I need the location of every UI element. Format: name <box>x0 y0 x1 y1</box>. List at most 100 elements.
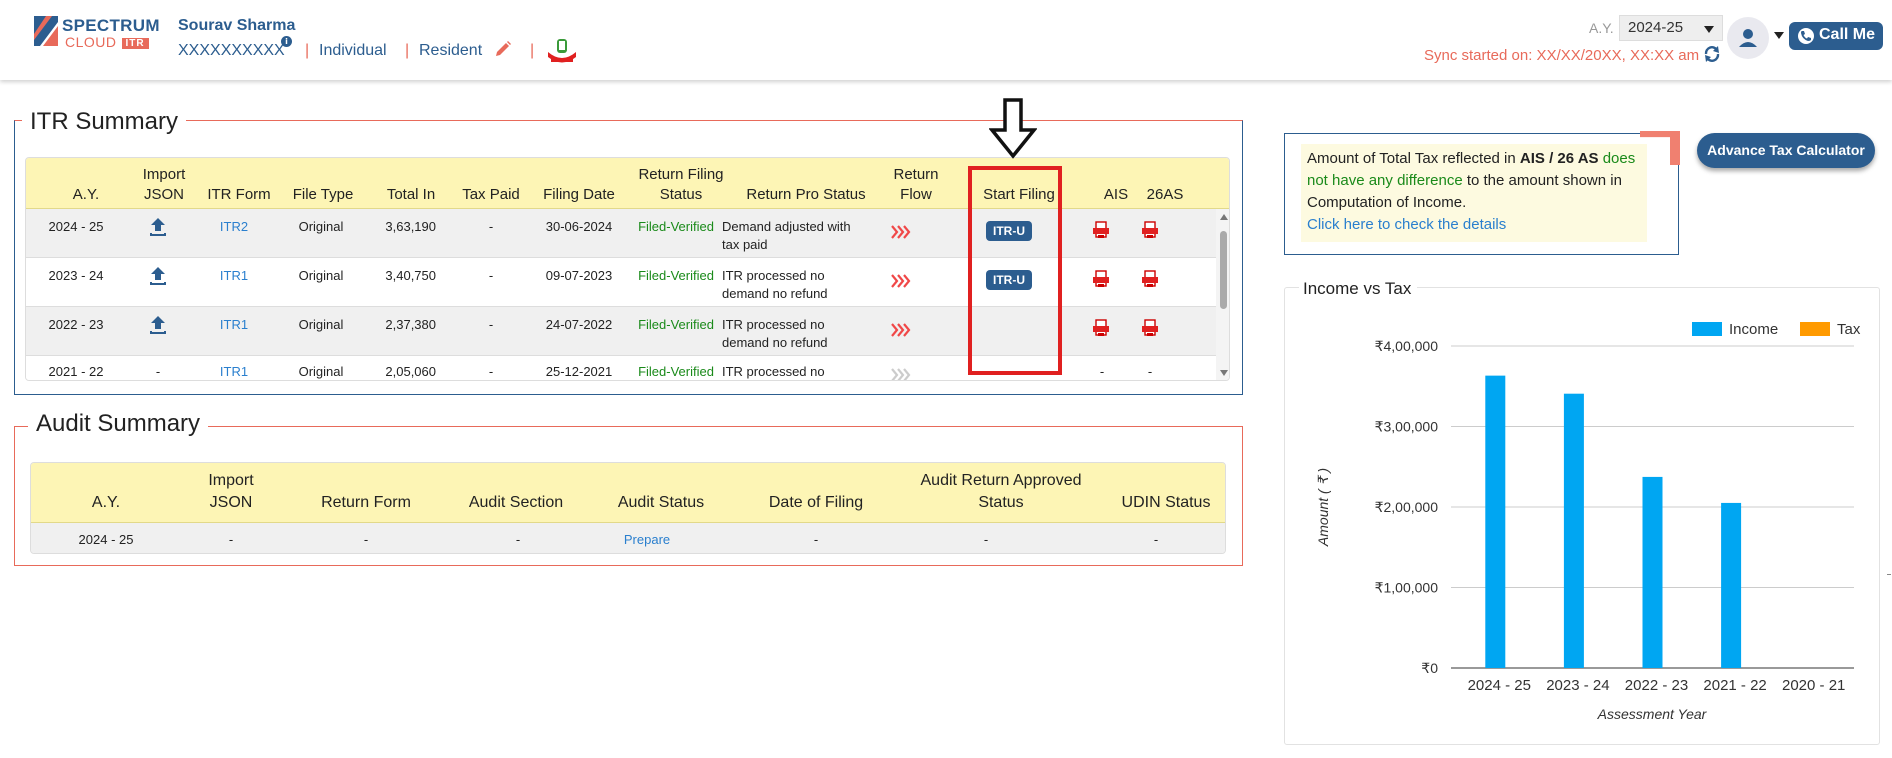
advance-tax-calculator-button[interactable]: Advance Tax Calculator <box>1697 133 1875 168</box>
itr-form-link[interactable]: ITR1 <box>204 364 264 379</box>
ais-pdf-icon[interactable] <box>1093 221 1109 239</box>
emblem-icon <box>548 39 576 63</box>
x-tick-label: 2024 - 25 <box>1468 677 1531 694</box>
x-tick-label: 2022 - 23 <box>1625 677 1688 694</box>
return-flow-icon[interactable] <box>891 274 911 288</box>
cell-approved-status: - <box>983 532 989 547</box>
return-flow-icon[interactable] <box>891 225 911 239</box>
x-tick-label: 2021 - 22 <box>1703 677 1766 694</box>
cell-filing-date: 24-07-2022 <box>545 317 613 332</box>
col-return-flow-2: Flow <box>900 186 932 203</box>
residential-status: Resident <box>419 42 483 59</box>
top-header: SPECTRUM CLOUD ITR Sourav Sharma XXXXXXXX… <box>0 0 1892 80</box>
itr-form-link[interactable]: ITR1 <box>204 317 264 332</box>
cell-pro-status-2: demand no refund <box>722 335 828 350</box>
col-itr-form: ITR Form <box>207 186 271 203</box>
ais-pdf-icon[interactable] <box>1093 319 1109 337</box>
assessee-type: Individual <box>319 42 387 59</box>
ay-select-value: 2024-25 <box>1628 19 1684 36</box>
table-header: A.Y. Import JSON Return Form Audit Secti… <box>31 463 1225 523</box>
prepare-link[interactable]: Prepare <box>597 532 697 547</box>
ais-pdf-icon[interactable] <box>1093 270 1109 288</box>
cell-ais: - <box>1099 364 1105 379</box>
legend-label-income: Income <box>1729 321 1778 338</box>
pencil-icon[interactable] <box>494 39 512 57</box>
scroll-up-icon[interactable] <box>1220 214 1228 220</box>
cell-pro-status: Demand adjusted with <box>722 219 851 234</box>
legend-label-tax: Tax <box>1837 321 1861 338</box>
user-icon <box>1739 29 1757 47</box>
separator: | <box>305 42 310 59</box>
cell-filing-date: 25-12-2021 <box>545 364 613 379</box>
26as-pdf-icon[interactable] <box>1142 319 1158 337</box>
call-me-label: Call Me <box>1819 26 1876 43</box>
26as-pdf-icon[interactable] <box>1142 270 1158 288</box>
col-import-json: JSON <box>143 186 184 203</box>
cell-tax-paid: - <box>488 364 494 379</box>
cell-pro-status: ITR processed no <box>722 317 825 332</box>
upload-icon[interactable] <box>147 265 169 287</box>
y-tick-label: ₹3,00,000 <box>1375 419 1439 435</box>
col-import: Import <box>208 472 254 489</box>
cell-ay: 2024 - 25 <box>48 219 104 234</box>
cell-pro-status: ITR processed no <box>722 268 825 283</box>
return-flow-icon[interactable] <box>891 323 911 337</box>
logo-line2: CLOUD ITR <box>65 34 149 50</box>
col-ay: A.Y. <box>72 186 100 203</box>
cell-import: - <box>155 364 161 379</box>
scroll-down-icon[interactable] <box>1220 370 1228 376</box>
itr-form-link[interactable]: ITR1 <box>204 268 264 283</box>
itr-summary-title: ITR Summary <box>22 108 187 136</box>
upload-icon[interactable] <box>147 314 169 336</box>
cell-total-income: 2,05,060 <box>385 364 436 379</box>
sync-icon[interactable] <box>1703 45 1721 63</box>
y-tick-label: ₹4,00,000 <box>1375 338 1439 354</box>
col-import: Import <box>142 166 186 183</box>
cell-total-income: 2,37,380 <box>385 317 436 332</box>
user-avatar[interactable] <box>1727 17 1769 59</box>
notice-body: Amount of Total Tax reflected in AIS / 2… <box>1301 144 1647 242</box>
down-arrow-icon <box>989 98 1037 159</box>
cell-file-type: Original <box>298 268 344 283</box>
scroll-thumb[interactable] <box>1220 231 1227 309</box>
26as-pdf-icon[interactable] <box>1142 221 1158 239</box>
cell-26as: - <box>1147 364 1153 379</box>
cell-tax-paid: - <box>488 268 494 283</box>
cell-pro-status: ITR processed no <box>722 364 825 379</box>
logo-cloud-text: CLOUD <box>65 34 117 50</box>
cell-date-of-filing: - <box>813 532 819 547</box>
col-approved: Audit Return Approved <box>920 472 1082 489</box>
col-file-type: File Type <box>292 186 354 203</box>
check-details-link[interactable]: Click here to check the details <box>1307 216 1506 233</box>
upload-icon[interactable] <box>147 216 169 238</box>
notice-bold: AIS / 26 AS <box>1519 150 1599 167</box>
y-tick-label: ₹1,00,000 <box>1375 580 1439 596</box>
chevron-down-icon[interactable] <box>1774 32 1784 39</box>
itr-form-link[interactable]: ITR2 <box>204 219 264 234</box>
spectrum-logo[interactable]: SPECTRUM CLOUD ITR <box>34 16 164 50</box>
cell-ay: 2024 - 25 <box>78 532 134 547</box>
ay-label: A.Y. <box>1589 20 1614 36</box>
col-date-of-filing: Date of Filing <box>768 494 864 511</box>
col-26as: 26AS <box>1146 186 1184 203</box>
col-return-filing: Return Filing <box>638 166 724 183</box>
y-tick-label: ₹2,00,000 <box>1375 499 1439 515</box>
table-scrollbar[interactable] <box>1216 209 1229 380</box>
call-me-button[interactable]: Call Me <box>1789 22 1883 50</box>
income-vs-tax-chart: ₹0 ₹1,00,000 ₹2,00,000 ₹3,00,000 ₹4,00,000 20… <box>1315 321 1861 722</box>
x-tick-label: 2023 - 24 <box>1546 677 1609 694</box>
info-icon[interactable]: i <box>281 36 292 47</box>
bar-income <box>1485 375 1506 668</box>
cell-total-income: 3,63,190 <box>385 219 436 234</box>
cell-filing-status: Filed-Verified <box>638 268 714 283</box>
user-name: Sourav Sharma <box>178 17 296 34</box>
cell-return-form: - <box>363 532 369 547</box>
col-ais: AIS <box>1103 186 1129 203</box>
cell-ay: 2022 - 23 <box>48 317 104 332</box>
edge-mark <box>1887 574 1891 575</box>
cell-filing-date: 30-06-2024 <box>545 219 613 234</box>
bar-income <box>1642 476 1663 668</box>
ay-select[interactable]: 2024-25 <box>1619 15 1723 41</box>
cell-file-type: Original <box>298 219 344 234</box>
cell-filing-status: Filed-Verified <box>638 364 714 379</box>
